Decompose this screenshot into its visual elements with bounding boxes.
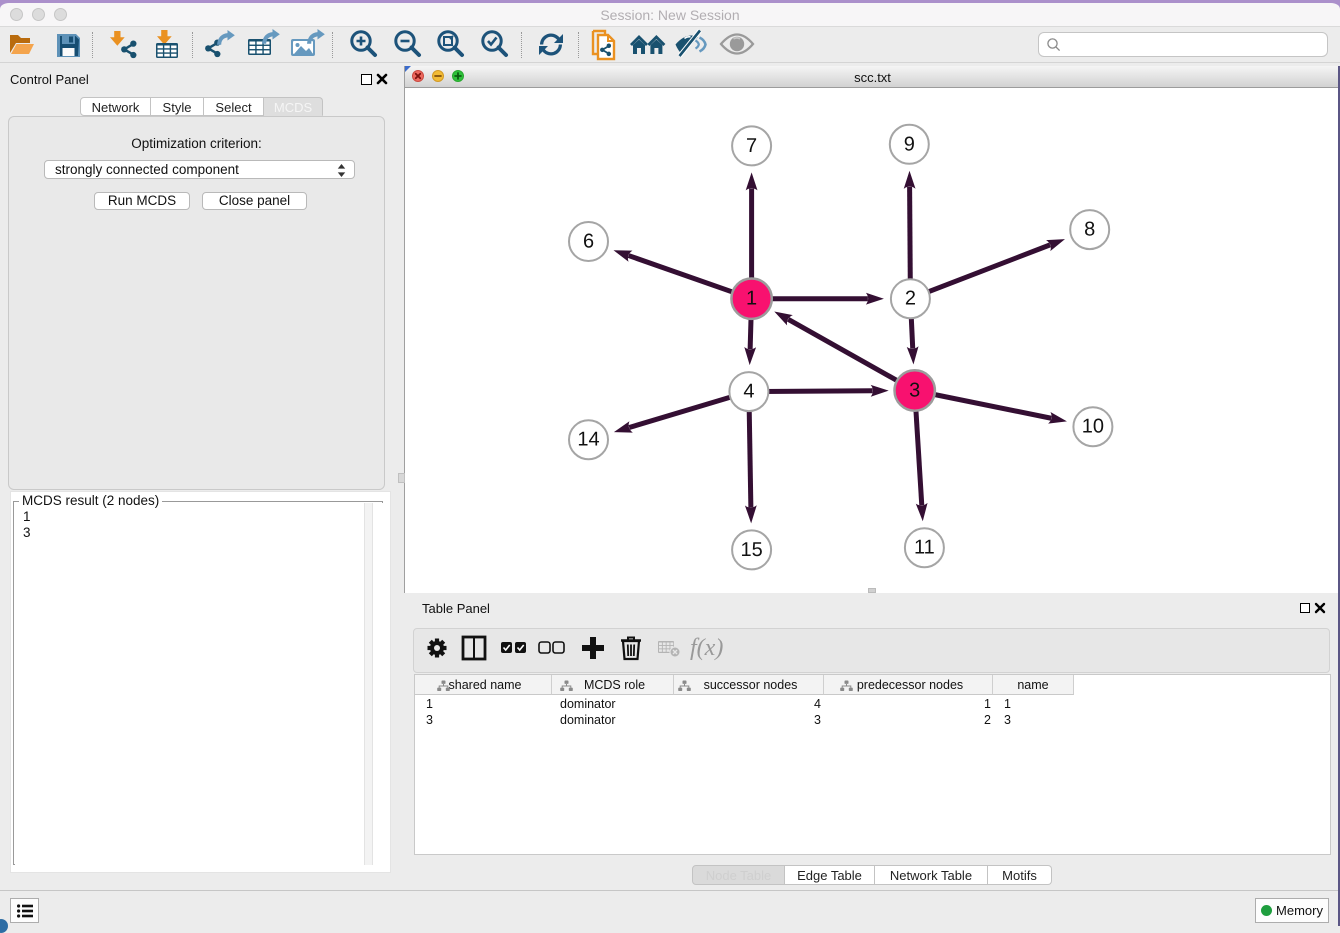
svg-text:8: 8 [1084, 219, 1095, 241]
svg-text:3: 3 [909, 380, 920, 402]
svg-text:1: 1 [746, 288, 757, 310]
svg-text:7: 7 [746, 135, 757, 157]
svg-text:11: 11 [914, 537, 935, 559]
svg-text:10: 10 [1082, 416, 1104, 438]
svg-text:4: 4 [743, 381, 754, 403]
svg-text:15: 15 [740, 539, 762, 561]
svg-text:14: 14 [577, 429, 599, 451]
svg-text:6: 6 [583, 231, 594, 253]
svg-text:2: 2 [905, 288, 916, 310]
svg-text:9: 9 [904, 133, 915, 155]
